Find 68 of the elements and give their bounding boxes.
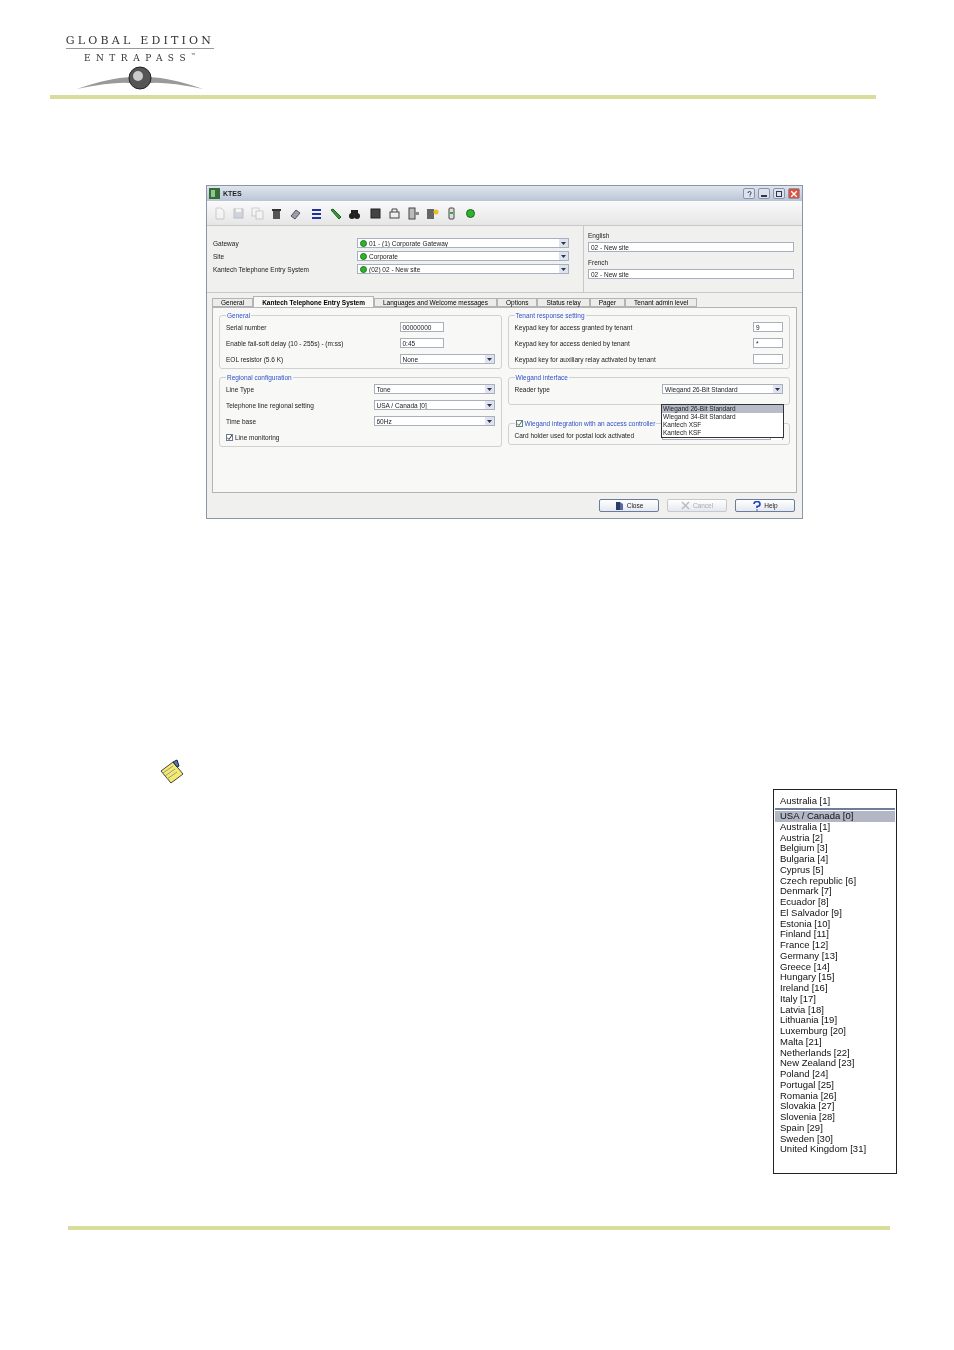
door-icon [614, 500, 624, 511]
list-option[interactable]: Austria [2] [775, 832, 895, 844]
caret-icon [559, 252, 568, 260]
caret-icon [484, 401, 494, 409]
list-option[interactable]: El Salvador [9] [775, 907, 895, 919]
list-option[interactable]: USA / Canada [0] [775, 811, 895, 822]
list-option[interactable]: Belgium [3] [775, 843, 895, 854]
question-icon [746, 190, 752, 197]
list-option[interactable]: Czech republic [6] [775, 875, 895, 887]
caret-icon [559, 239, 568, 247]
list-option[interactable]: New Zealand [23] [775, 1058, 895, 1069]
caret-icon [559, 265, 568, 273]
list-option[interactable]: Estonia [10] [775, 918, 895, 930]
list-option[interactable]: Slovenia [28] [775, 1112, 895, 1123]
list-option[interactable]: Luxemburg [20] [775, 1026, 895, 1037]
list-option[interactable]: Finland [11] [775, 929, 895, 940]
checkbox[interactable] [515, 420, 523, 427]
logo-title: GLOBAL EDITION [65, 34, 215, 49]
list-option[interactable]: Cyprus [5] [775, 864, 895, 876]
status-dot-button[interactable] [464, 206, 477, 220]
input-field[interactable] [753, 354, 783, 364]
question-icon [752, 500, 762, 511]
list-option[interactable]: Bulgaria [4] [775, 854, 895, 865]
caret-icon [484, 355, 494, 363]
maximize-button[interactable] [773, 188, 785, 199]
card-button[interactable] [369, 206, 382, 220]
list-option[interactable]: Latvia [18] [775, 1004, 895, 1016]
cancel-icon [680, 500, 690, 511]
checkbox[interactable] [226, 433, 233, 441]
door-button[interactable] [407, 206, 420, 220]
list-option[interactable]: Spain [29] [775, 1122, 895, 1134]
list-option[interactable]: United Kingdom [31] [775, 1144, 895, 1155]
list-option[interactable]: Denmark [7] [775, 886, 895, 897]
list-option[interactable]: Italy [17] [775, 993, 895, 1005]
list-option[interactable]: Slovakia [27] [775, 1101, 895, 1112]
list-option[interactable]: Malta [21] [775, 1036, 895, 1048]
list-option[interactable]: Hungary [15] [775, 972, 895, 983]
status-dot-icon [360, 265, 367, 273]
printer-button[interactable] [388, 206, 401, 220]
list-option[interactable]: Netherlands [22] [775, 1047, 895, 1059]
close-icon [791, 190, 797, 197]
list-option[interactable]: Portugal [25] [775, 1079, 895, 1091]
minimize-button[interactable] [758, 188, 770, 199]
list-option[interactable]: Australia [1] [775, 821, 895, 833]
caret-icon [484, 417, 494, 425]
trash-button[interactable] [270, 206, 283, 220]
phone-button[interactable] [445, 206, 458, 220]
list-option[interactable]: Germany [13] [775, 950, 895, 962]
list-option[interactable]: Ecuador [8] [775, 897, 895, 908]
list-option[interactable]: Ireland [16] [775, 983, 895, 994]
list-button[interactable] [310, 206, 323, 220]
pencil-button[interactable] [329, 206, 342, 220]
list-option[interactable]: Poland [24] [775, 1069, 895, 1080]
caret-icon [773, 385, 782, 393]
caret-icon [484, 385, 494, 393]
key-button[interactable] [426, 206, 439, 220]
list-option[interactable]: Greece [14] [775, 961, 895, 973]
app-icon [209, 188, 220, 199]
maximize-icon [776, 190, 782, 197]
list-option[interactable]: Romania [26] [775, 1090, 895, 1102]
close-button[interactable] [788, 188, 800, 199]
help-button[interactable] [743, 188, 755, 199]
status-dot-icon [360, 252, 367, 260]
logo-subtitle: ENTRAPASS$^{™}$ [83, 52, 197, 63]
list-option[interactable]: Sweden [30] [775, 1133, 895, 1145]
status-dot-icon [360, 239, 367, 247]
list-option[interactable]: Lithuania [19] [775, 1015, 895, 1026]
list-option[interactable]: France [12] [775, 940, 895, 951]
